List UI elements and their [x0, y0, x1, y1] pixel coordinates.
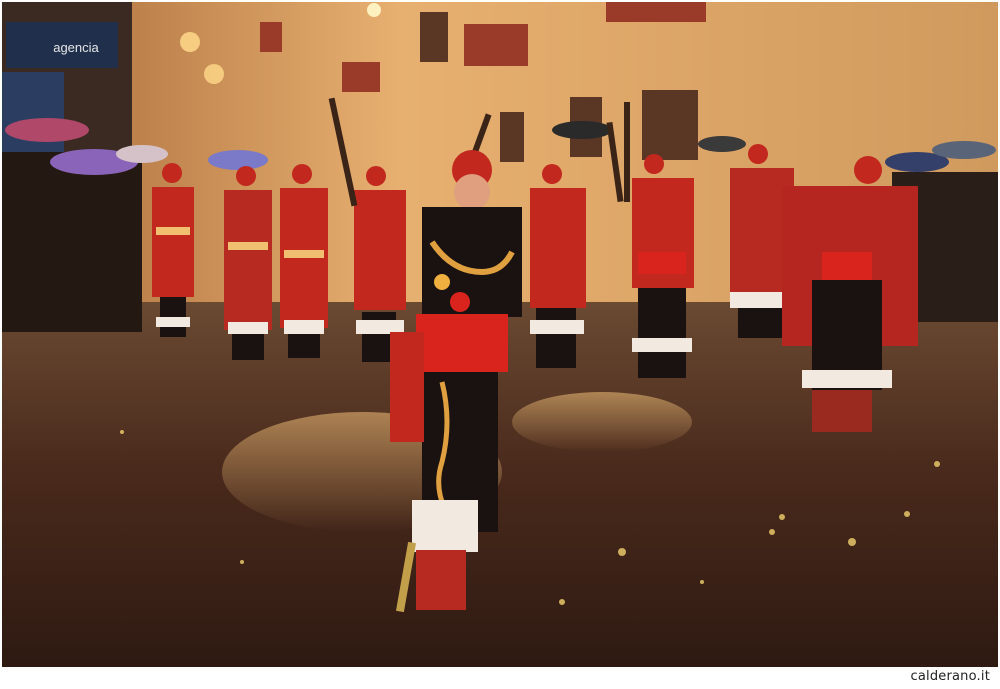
dancer — [632, 154, 694, 378]
shop-sign-text: agencia — [53, 40, 99, 55]
photo-credit: calderano.it — [910, 669, 990, 684]
street-lamp — [367, 3, 381, 17]
dancer — [280, 164, 328, 358]
image-frame: agencia calderano.it — [0, 0, 1000, 689]
dancer — [224, 166, 272, 360]
footer-bar: calderano.it — [0, 667, 1000, 689]
festival-photo: agencia — [2, 2, 998, 667]
